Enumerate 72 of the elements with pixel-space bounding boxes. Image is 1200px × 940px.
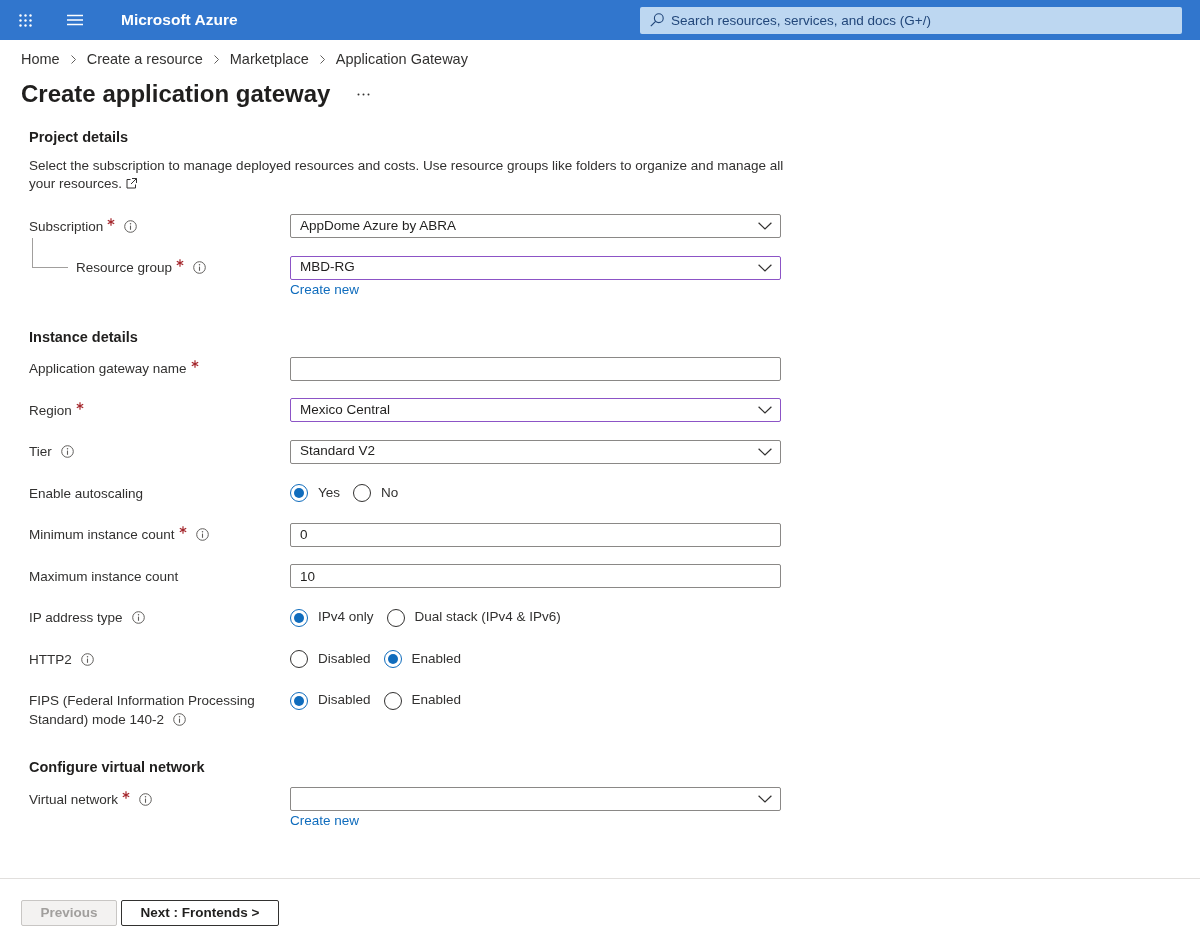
- breadcrumb-link[interactable]: Marketplace: [229, 48, 309, 70]
- field-label: Resource group: [76, 260, 173, 275]
- chevron-down-icon: [758, 406, 772, 414]
- info-icon[interactable]: [139, 792, 153, 806]
- breadcrumb-link[interactable]: Home: [21, 48, 60, 70]
- input-field[interactable]: 0: [290, 522, 781, 547]
- field-label: Enable autoscaling: [29, 485, 144, 501]
- breadcrumb-link[interactable]: Create a resource: [86, 48, 203, 70]
- more-icon[interactable]: [357, 92, 371, 96]
- dropdown[interactable]: Standard V2: [290, 439, 781, 464]
- section-description: Select the subscription to manage deployed resources and costs. Use resource groups like folders to organize and manage all your resources.: [29, 158, 784, 191]
- next-button[interactable]: Next : Frontends >: [121, 900, 279, 926]
- menu-icon[interactable]: [67, 14, 83, 26]
- info-icon[interactable]: [131, 611, 145, 624]
- field-label: FIPS (Federal Information Processing Standard) mode 140-2: [29, 693, 255, 727]
- chevron-down-icon: [758, 447, 772, 456]
- field-label: Region: [29, 402, 72, 418]
- radio-label[interactable]: Disabled: [318, 690, 371, 711]
- radio-label[interactable]: Yes: [318, 482, 341, 504]
- radio-button[interactable]: [290, 484, 308, 502]
- chevron-down-icon: [758, 263, 772, 272]
- create-new-link[interactable]: Create new: [290, 812, 360, 830]
- radio-button[interactable]: [386, 608, 405, 627]
- radio-label[interactable]: Enabled: [411, 648, 462, 670]
- radio-label[interactable]: Disabled: [318, 648, 371, 670]
- external-link-icon[interactable]: [126, 178, 138, 189]
- grid-icon[interactable]: [19, 13, 32, 27]
- chevron-down-icon: [758, 795, 772, 803]
- info-icon[interactable]: [60, 445, 74, 458]
- field-label: Subscription: [29, 218, 104, 234]
- tree-connector-line: [32, 237, 68, 268]
- field-label: IP address type: [29, 610, 123, 625]
- radio-label[interactable]: Dual stack (IPv4 & IPv6): [414, 607, 561, 628]
- dropdown[interactable]: [290, 787, 781, 811]
- create-new-link[interactable]: Create new: [290, 280, 360, 299]
- radio-label[interactable]: No: [381, 482, 399, 504]
- info-icon[interactable]: [80, 652, 94, 666]
- breadcrumb-link[interactable]: Application Gateway: [335, 48, 468, 70]
- chevron-right-icon: [319, 54, 325, 64]
- radio-button[interactable]: [383, 650, 402, 668]
- field-label: Tier: [29, 444, 52, 459]
- section-heading: Project details: [29, 128, 130, 146]
- search-icon: [650, 13, 664, 27]
- section-heading: Instance details: [29, 327, 139, 347]
- field-label: Minimum instance count: [29, 527, 175, 542]
- info-icon[interactable]: [124, 219, 138, 233]
- radio-label[interactable]: Enabled: [411, 690, 462, 711]
- dropdown[interactable]: AppDome Azure by ABRA: [290, 214, 781, 238]
- chevron-down-icon: [758, 222, 772, 230]
- app-title[interactable]: Microsoft Azure: [121, 8, 238, 32]
- dropdown[interactable]: Mexico Central: [290, 398, 781, 422]
- input-field[interactable]: [290, 356, 781, 381]
- info-icon[interactable]: [193, 261, 207, 274]
- field-label: Maximum instance count: [29, 568, 179, 584]
- section-heading: Configure virtual network: [29, 758, 206, 777]
- input-field[interactable]: 10: [290, 564, 781, 588]
- info-icon[interactable]: [195, 528, 209, 541]
- field-label: HTTP2: [29, 651, 72, 667]
- radio-button[interactable]: [290, 608, 308, 627]
- search-field[interactable]: Search resources, services, and docs (G+/): [640, 6, 1182, 34]
- chevron-right-icon: [70, 54, 76, 64]
- radio-button[interactable]: [290, 691, 308, 710]
- page-title: Create application gateway: [21, 80, 331, 108]
- chevron-right-icon: [213, 54, 219, 64]
- radio-label[interactable]: IPv4 only: [318, 607, 374, 628]
- radio-button[interactable]: [290, 650, 308, 668]
- dropdown[interactable]: MBD-RG: [290, 255, 781, 280]
- info-icon[interactable]: [173, 713, 187, 726]
- radio-button[interactable]: [353, 484, 372, 502]
- radio-button[interactable]: [383, 691, 402, 710]
- field-label: Virtual network: [29, 791, 119, 807]
- field-label: Application gateway name: [29, 361, 187, 376]
